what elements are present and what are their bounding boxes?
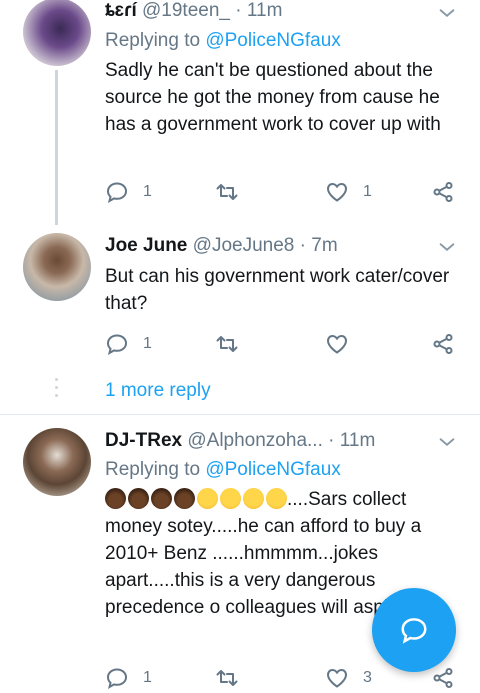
- replying-to-mention[interactable]: @PoliceNGfaux: [205, 459, 340, 480]
- reply-icon: [106, 334, 128, 355]
- avatar[interactable]: [23, 233, 91, 301]
- timestamp: 11m: [246, 0, 283, 21]
- retweet-button[interactable]: [215, 178, 239, 206]
- reply-count: 1: [143, 335, 152, 352]
- reply-count: 1: [143, 669, 152, 686]
- share-icon: [433, 334, 453, 354]
- thread-line: [55, 70, 58, 225]
- display-name[interactable]: Joe June: [105, 235, 187, 256]
- handle[interactable]: @JoeJune8: [193, 235, 295, 256]
- emoji-sequence: [105, 488, 287, 509]
- tweet[interactable]: ȶɛɾí @19teen_ · 11m Replying to @PoliceN…: [0, 0, 480, 225]
- retweet-icon: [216, 184, 238, 200]
- facepalm-emoji: [105, 488, 126, 509]
- like-button[interactable]: [325, 330, 349, 358]
- chevron-down-icon[interactable]: [436, 2, 458, 24]
- tweet-actions: 1 1: [105, 178, 465, 206]
- tweet-text: Sadly he can't be questioned about the s…: [105, 60, 441, 135]
- like-button[interactable]: 1: [325, 178, 372, 206]
- compose-reply-button[interactable]: [372, 588, 456, 672]
- like-icon: [326, 668, 348, 688]
- rofl-emoji: [220, 488, 241, 509]
- replying-to: Replying to @PoliceNGfaux: [105, 30, 341, 52]
- avatar[interactable]: [23, 428, 91, 496]
- retweet-button[interactable]: [215, 664, 239, 692]
- facepalm-emoji: [151, 488, 172, 509]
- avatar[interactable]: [23, 0, 91, 66]
- like-count: 1: [363, 183, 372, 200]
- display-name[interactable]: ȶɛɾí: [105, 0, 137, 21]
- sweat-smile-emoji: [266, 488, 287, 509]
- tweet[interactable]: Joe June @JoeJune8 · 7m But can his gove…: [0, 225, 480, 370]
- separator-dot: ·: [328, 430, 335, 451]
- replying-to-label: Replying to: [105, 459, 206, 480]
- handle[interactable]: @Alphonzoha...: [187, 430, 323, 451]
- reply-icon: [106, 182, 128, 203]
- timestamp: 11m: [339, 430, 376, 451]
- reply-count: 1: [143, 183, 152, 200]
- like-count: 3: [363, 669, 372, 686]
- handle[interactable]: @19teen_: [142, 0, 230, 21]
- facepalm-emoji: [174, 488, 195, 509]
- more-replies-link[interactable]: 1 more reply: [105, 380, 211, 402]
- share-button[interactable]: [431, 330, 455, 358]
- reply-button[interactable]: 1: [105, 664, 152, 692]
- tweet-text: But can his government work cater/cover …: [105, 266, 450, 314]
- tweet-header: Joe June @JoeJune8 · 7m: [105, 235, 440, 261]
- thread-dots: [55, 378, 58, 402]
- tweet-actions: 1: [105, 330, 465, 358]
- chevron-down-icon[interactable]: [436, 236, 458, 258]
- separator-dot: ·: [299, 235, 306, 256]
- timestamp: 7m: [311, 235, 338, 256]
- chevron-down-icon[interactable]: [436, 431, 458, 453]
- replying-to-label: Replying to: [105, 30, 206, 51]
- facepalm-emoji: [128, 488, 149, 509]
- replying-to: Replying to @PoliceNGfaux: [105, 459, 341, 481]
- reply-button[interactable]: 1: [105, 178, 152, 206]
- tweet-header: DJ-TRex @Alphonzoha... · 11m: [105, 430, 440, 456]
- tweet-header: ȶɛɾí @19teen_ · 11m: [105, 0, 440, 26]
- share-button[interactable]: [431, 664, 455, 692]
- retweet-button[interactable]: [215, 330, 239, 358]
- compose-reply-icon: [401, 618, 427, 644]
- retweet-icon: [216, 670, 238, 686]
- like-icon: [326, 334, 348, 354]
- like-icon: [326, 182, 348, 202]
- share-icon: [433, 182, 453, 202]
- like-button[interactable]: 3: [325, 664, 372, 692]
- display-name[interactable]: DJ-TRex: [105, 430, 182, 451]
- reply-button[interactable]: 1: [105, 330, 152, 358]
- joy-emoji: [197, 488, 218, 509]
- share-button[interactable]: [431, 178, 455, 206]
- joy-emoji: [243, 488, 264, 509]
- reply-icon: [106, 668, 128, 689]
- retweet-icon: [216, 336, 238, 352]
- separator-dot: ·: [235, 0, 242, 21]
- share-icon: [433, 668, 453, 688]
- replying-to-mention[interactable]: @PoliceNGfaux: [205, 30, 340, 51]
